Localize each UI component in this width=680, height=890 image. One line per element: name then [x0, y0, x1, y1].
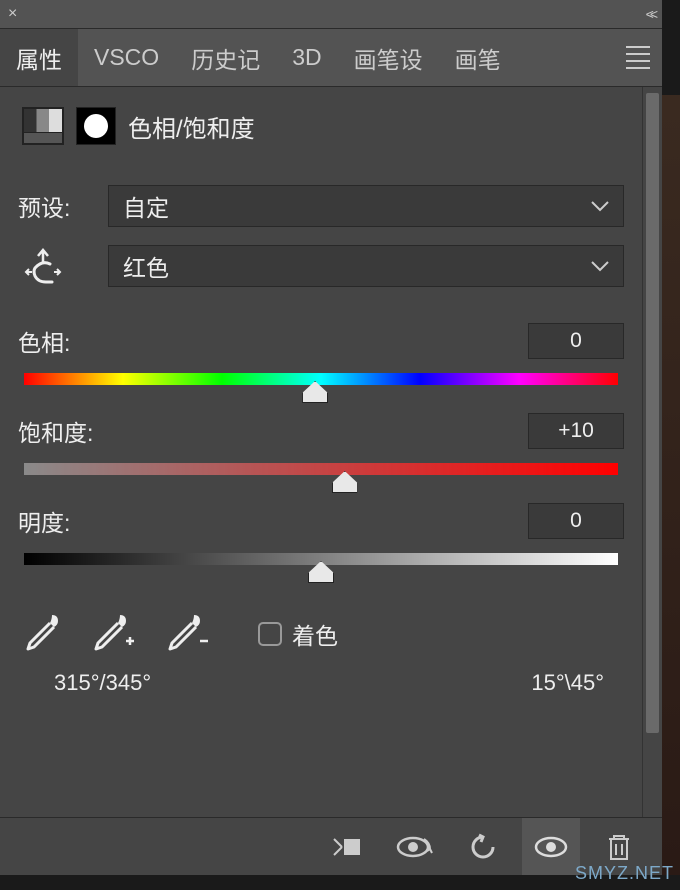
adjacent-panel-edge	[662, 95, 680, 875]
layer-mask-icon[interactable]	[76, 107, 116, 145]
close-panel-button[interactable]: ×	[8, 5, 17, 23]
eyedropper-icon[interactable]	[22, 611, 62, 656]
channel-value: 红色	[123, 249, 169, 283]
chevron-down-icon	[591, 260, 609, 272]
chevron-down-icon	[591, 200, 609, 212]
panel-menu-button[interactable]	[626, 46, 650, 69]
range-right-value: 15°\45°	[531, 670, 604, 696]
scrubby-adjust-icon[interactable]	[18, 246, 68, 286]
saturation-slider-thumb[interactable]	[332, 471, 358, 493]
saturation-value-input[interactable]: +10	[528, 413, 624, 449]
panel-scrollbar[interactable]	[642, 87, 662, 817]
lightness-value-input[interactable]: 0	[528, 503, 624, 539]
saturation-slider-track[interactable]	[24, 463, 618, 475]
tab-properties[interactable]: 属性	[0, 29, 78, 86]
hue-slider-thumb[interactable]	[302, 381, 328, 403]
scrollbar-thumb[interactable]	[646, 93, 659, 733]
panel-tabs: 属性 VSCO 历史记 3D 画笔设 画笔	[0, 29, 662, 87]
preset-dropdown[interactable]: 自定	[108, 185, 624, 227]
colorize-checkbox[interactable]	[258, 622, 282, 646]
colorize-label: 着色	[292, 617, 338, 651]
preset-label: 预设:	[18, 189, 108, 223]
channel-dropdown[interactable]: 红色	[108, 245, 624, 287]
range-left-value: 315°/345°	[54, 670, 151, 696]
adjustment-title: 色相/饱和度	[128, 109, 255, 144]
hue-slider-track[interactable]	[24, 373, 618, 385]
hue-value-input[interactable]: 0	[528, 323, 624, 359]
view-previous-state-button[interactable]	[386, 818, 444, 875]
collapse-panel-button[interactable]: <<	[646, 6, 654, 22]
lightness-slider-thumb[interactable]	[308, 561, 334, 583]
eyedropper-add-icon[interactable]	[90, 611, 136, 656]
reset-button[interactable]	[454, 818, 512, 875]
preset-value: 自定	[123, 189, 169, 223]
toggle-visibility-button[interactable]	[522, 818, 580, 875]
tab-history[interactable]: 历史记	[175, 29, 276, 86]
hue-label: 色相:	[18, 324, 70, 358]
watermark-text: SMYZ.NET	[575, 863, 674, 884]
saturation-label: 饱和度:	[18, 414, 93, 448]
lightness-slider-track[interactable]	[24, 553, 618, 565]
tab-vsco[interactable]: VSCO	[78, 29, 175, 86]
lightness-label: 明度:	[18, 504, 70, 538]
tab-brush-settings[interactable]: 画笔设	[338, 29, 439, 86]
eyedropper-subtract-icon[interactable]	[164, 611, 210, 656]
adjustment-type-icon	[22, 107, 64, 145]
tab-3d[interactable]: 3D	[276, 29, 337, 86]
clip-to-layer-button[interactable]	[318, 818, 376, 875]
tab-brush[interactable]: 画笔	[439, 29, 517, 86]
